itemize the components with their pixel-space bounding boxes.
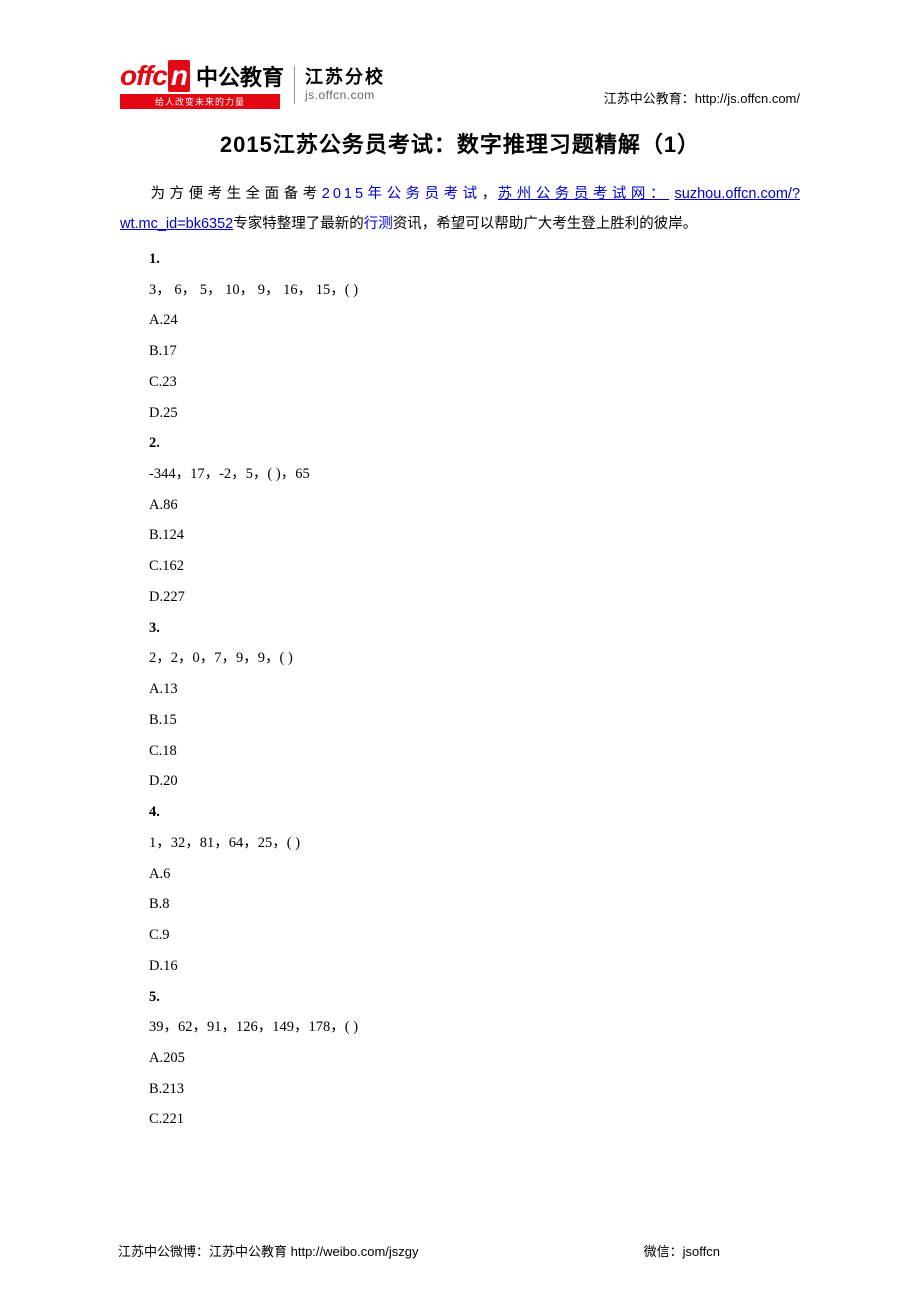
question-option: C.9 <box>120 920 800 951</box>
page-footer: 江苏中公微博：江苏中公教育 http://weibo.com/jszgy 微信：… <box>118 1241 800 1260</box>
link-exam-2015[interactable]: 2015年公务员考试 <box>322 186 482 202</box>
question-option: B.17 <box>120 336 800 367</box>
logo-en: offcn <box>120 60 190 92</box>
question-option: C.18 <box>120 736 800 767</box>
question-sequence: 2，2，0，7，9，9，( ) <box>120 643 800 674</box>
link-xingce[interactable]: 行测 <box>364 216 393 232</box>
question-option: D.20 <box>120 766 800 797</box>
question-number: 5. <box>120 982 800 1013</box>
intro-text-1: 为方便考生全面备考 <box>149 186 322 202</box>
logo-divider <box>294 66 295 104</box>
question-option: D.227 <box>120 582 800 613</box>
intro-text-4: 资讯，希望可以帮助广大考生登上胜利的彼岸。 <box>393 216 698 232</box>
question-number: 4. <box>120 797 800 828</box>
header-source: 江苏中公教育：http://js.offcn.com/ <box>604 88 800 109</box>
question-option: D.25 <box>120 398 800 429</box>
question-option: C.23 <box>120 367 800 398</box>
intro-text-2: ， <box>482 186 498 202</box>
question-option: B.213 <box>120 1074 800 1105</box>
page-header: offcn 中公教育 给人改变未来的力量 江苏分校 js.offcn.com 江… <box>120 60 800 109</box>
branch-block: 江苏分校 js.offcn.com <box>305 67 385 103</box>
intro-paragraph: 为方便考生全面备考2015年公务员考试，苏州公务员考试网： suzhou.off… <box>120 179 800 240</box>
question-option: C.162 <box>120 551 800 582</box>
question-sequence: 1，32，81，64，25，( ) <box>120 828 800 859</box>
question-option: B.8 <box>120 889 800 920</box>
question-number: 2. <box>120 428 800 459</box>
question-number: 1. <box>120 244 800 275</box>
question-option: B.15 <box>120 705 800 736</box>
footer-weibo: 江苏中公微博：江苏中公教育 http://weibo.com/jszgy <box>118 1241 419 1260</box>
question-option: A.24 <box>120 305 800 336</box>
question-sequence: 3， 6， 5， 10， 9， 16， 15，( ) <box>120 275 800 306</box>
question-option: A.6 <box>120 859 800 890</box>
page-title: 2015江苏公务员考试：数字推理习题精解（1） <box>120 127 800 159</box>
logo-tagline: 给人改变未来的力量 <box>120 94 280 109</box>
branch-url: js.offcn.com <box>305 88 385 102</box>
link-suzhou-label[interactable]: 苏州公务员考试网： <box>498 186 669 202</box>
logo-cn: 中公教育 <box>196 60 284 92</box>
question-option: A.86 <box>120 490 800 521</box>
footer-wechat: 微信：jsoffcn <box>644 1241 800 1260</box>
question-sequence: -344，17，-2，5，( )，65 <box>120 459 800 490</box>
intro-text-3: 专家特整理了最新的 <box>233 216 364 232</box>
question-option: A.205 <box>120 1043 800 1074</box>
questions-container: 1.3， 6， 5， 10， 9， 16， 15，( )A.24B.17C.23… <box>120 244 800 1135</box>
question-option: A.13 <box>120 674 800 705</box>
branch-name: 江苏分校 <box>305 67 385 89</box>
question-number: 3. <box>120 613 800 644</box>
question-option: B.124 <box>120 520 800 551</box>
question-option: C.221 <box>120 1104 800 1135</box>
logo-block: offcn 中公教育 给人改变未来的力量 江苏分校 js.offcn.com <box>120 60 385 109</box>
question-option: D.16 <box>120 951 800 982</box>
question-sequence: 39，62，91，126，149，178，( ) <box>120 1012 800 1043</box>
logo-offcn: offcn 中公教育 给人改变未来的力量 <box>120 60 284 109</box>
